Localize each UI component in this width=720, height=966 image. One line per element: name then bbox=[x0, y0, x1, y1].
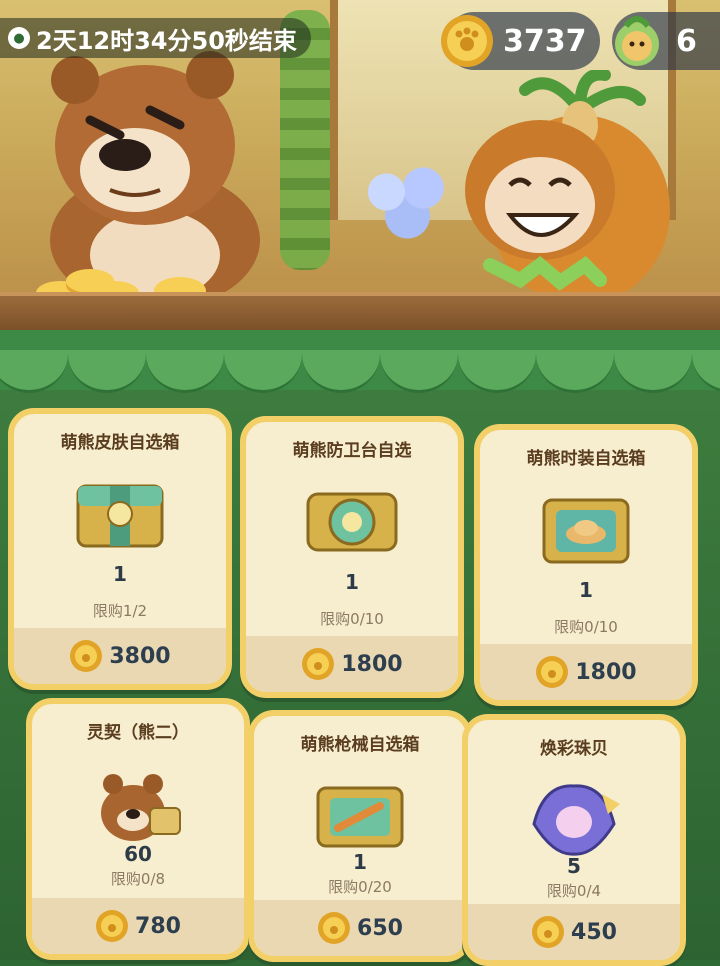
item-title: 萌熊皮肤自选箱 bbox=[60, 433, 180, 453]
item-title: 萌熊枪械自选箱 bbox=[300, 735, 420, 755]
item-quantity: 1 bbox=[579, 578, 593, 602]
coin-icon bbox=[96, 910, 129, 942]
shop-banner: ● 2天12时34分50秒结束 3737 6 bbox=[0, 0, 720, 340]
coin-balance-amount: 3737 bbox=[503, 23, 587, 59]
item-quantity: 1 bbox=[353, 850, 367, 874]
item-quantity: 1 bbox=[113, 562, 127, 586]
coin-icon bbox=[441, 15, 493, 67]
shop-item-card[interactable]: 萌熊时装自选箱 1 限购0/10 1800 bbox=[474, 424, 698, 706]
item-price: 650 bbox=[357, 915, 403, 941]
purchase-limit: 限购0/10 bbox=[554, 618, 618, 636]
buy-button[interactable]: 780 bbox=[32, 898, 244, 954]
buy-button[interactable]: 3800 bbox=[14, 628, 226, 684]
item-price: 1800 bbox=[341, 651, 403, 677]
purchase-limit: 限购0/8 bbox=[110, 870, 166, 888]
bear-token-icon bbox=[101, 774, 181, 841]
skin-chest-icon bbox=[76, 484, 164, 548]
outfit-chest-icon bbox=[542, 498, 630, 564]
paw-icon: ● bbox=[8, 27, 30, 49]
item-price: 450 bbox=[571, 919, 617, 945]
coin-icon bbox=[318, 912, 351, 944]
event-timer: ● 2天12时34分50秒结束 bbox=[0, 18, 311, 58]
coin-balance[interactable]: 3737 bbox=[441, 12, 600, 70]
buy-button[interactable]: 450 bbox=[468, 904, 680, 960]
event-timer-text: 2天12时34分50秒结束 bbox=[36, 26, 297, 55]
shop-item-card[interactable]: 萌熊防卫台自选 1 限购0/10 1800 bbox=[240, 416, 464, 698]
shop-panel: 萌熊皮肤自选箱 1 限购1/2 3800 萌熊防卫台自选 1 限购0/10 18… bbox=[0, 330, 720, 966]
defense-chest-icon bbox=[306, 492, 398, 552]
item-price: 780 bbox=[135, 913, 181, 939]
purchase-limit: 限购0/20 bbox=[328, 878, 392, 896]
shop-item-card[interactable]: 萌熊皮肤自选箱 1 限购1/2 3800 bbox=[8, 408, 232, 690]
item-quantity: 1 bbox=[345, 570, 359, 594]
awning-decoration bbox=[0, 330, 720, 393]
item-title: 萌熊防卫台自选 bbox=[292, 441, 412, 461]
pet-currency-amount: 6 bbox=[676, 23, 697, 59]
item-title: 萌熊时装自选箱 bbox=[526, 449, 646, 469]
pet-currency-balance[interactable]: 6 bbox=[612, 12, 720, 70]
item-title: 焕彩珠贝 bbox=[540, 739, 608, 759]
pearl-shell-icon bbox=[532, 784, 620, 856]
item-price: 3800 bbox=[109, 643, 171, 669]
buy-button[interactable]: 650 bbox=[254, 900, 466, 956]
shop-item-card[interactable]: 萌熊枪械自选箱 1 限购0/20 650 bbox=[248, 710, 472, 962]
purchase-limit: 限购1/2 bbox=[92, 602, 148, 620]
buy-button[interactable]: 1800 bbox=[480, 644, 692, 700]
monkey-shopkeeper-illustration bbox=[465, 70, 670, 305]
item-quantity: 5 bbox=[567, 854, 581, 878]
weapon-chest-icon bbox=[316, 786, 404, 848]
buy-button[interactable]: 1800 bbox=[246, 636, 458, 692]
item-quantity: 60 bbox=[124, 842, 152, 866]
item-price: 1800 bbox=[575, 659, 637, 685]
purchase-limit: 限购0/4 bbox=[546, 882, 602, 900]
purchase-limit: 限购0/10 bbox=[320, 610, 384, 628]
item-title: 灵契（熊二） bbox=[87, 723, 189, 743]
coin-icon bbox=[532, 916, 565, 948]
pet-avatar-icon bbox=[615, 16, 659, 66]
coin-icon bbox=[536, 656, 569, 688]
coin-icon bbox=[302, 648, 335, 680]
coin-icon bbox=[70, 640, 103, 672]
shop-item-card[interactable]: 灵契（熊二） 60 限购0/8 780 bbox=[26, 698, 250, 960]
shop-item-card[interactable]: 焕彩珠贝 5 限购0/4 450 bbox=[462, 714, 686, 966]
